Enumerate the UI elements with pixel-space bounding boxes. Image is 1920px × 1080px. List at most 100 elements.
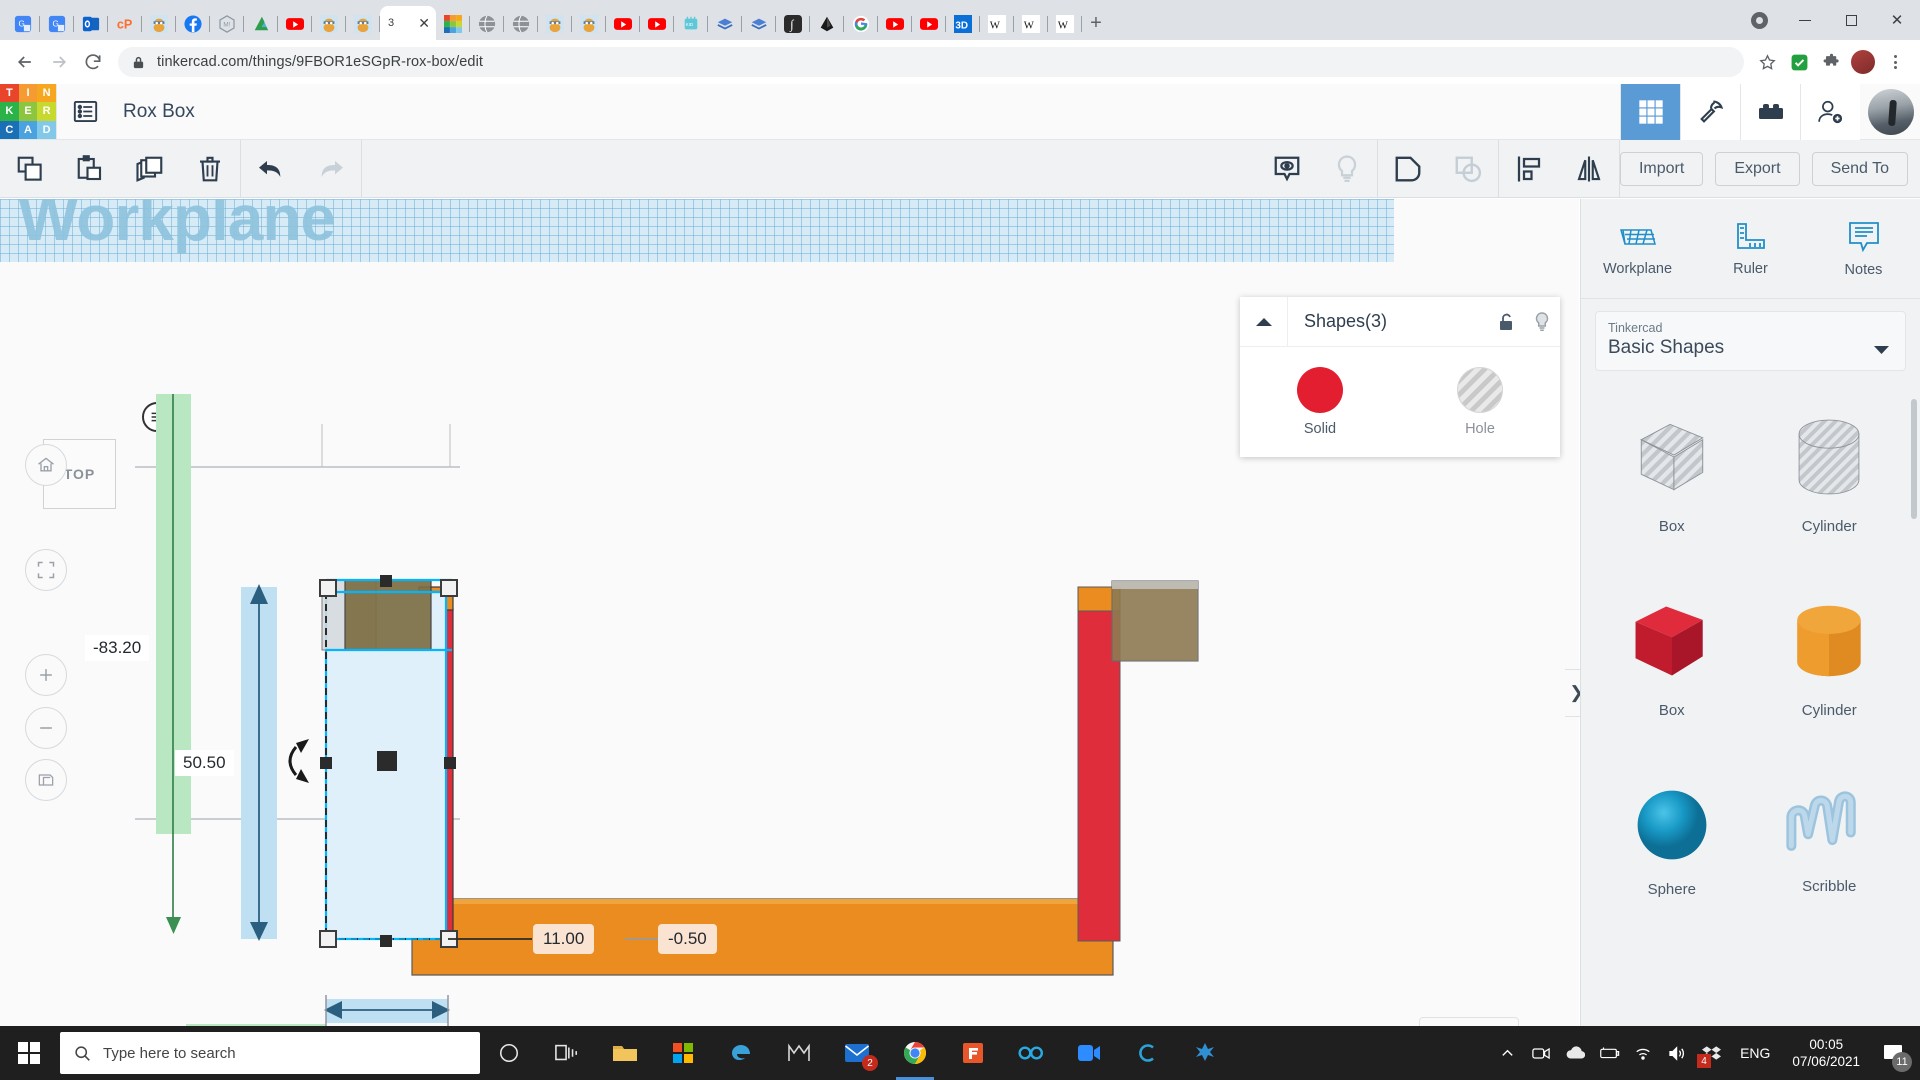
- shape-cylinder-orange[interactable]: Cylinder: [1751, 571, 1909, 741]
- tab-wikipedia-1[interactable]: W: [980, 7, 1014, 40]
- tab-avatar-tab-3[interactable]: [346, 7, 380, 40]
- clock[interactable]: 00:05 07/06/2021: [1782, 1036, 1870, 1070]
- tab-integral[interactable]: ∫: [776, 7, 810, 40]
- tab-youtube-5[interactable]: [912, 7, 946, 40]
- file-explorer-button[interactable]: [596, 1026, 654, 1080]
- cortana-button[interactable]: [480, 1026, 538, 1080]
- project-list-icon[interactable]: [57, 84, 113, 140]
- notes-tool[interactable]: Notes: [1807, 199, 1920, 298]
- edge-button[interactable]: [712, 1026, 770, 1080]
- shape-box-red[interactable]: Box: [1593, 571, 1751, 741]
- profile-avatar[interactable]: [1848, 47, 1878, 77]
- notification-center-button[interactable]: 11: [1870, 1026, 1916, 1080]
- caret-up-icon[interactable]: [1240, 297, 1288, 347]
- tab-globe-1[interactable]: [470, 7, 504, 40]
- tab-tinkerdoodle[interactable]: KID: [674, 7, 708, 40]
- show-hide-button[interactable]: [1257, 140, 1317, 198]
- shape-cylinder-hole[interactable]: Cylinder: [1751, 387, 1909, 557]
- tab-globe-2[interactable]: [504, 7, 538, 40]
- grid-view-button[interactable]: [1620, 84, 1680, 140]
- tab-youtube-1[interactable]: [278, 7, 312, 40]
- tab-avatar-tab-5[interactable]: [572, 7, 606, 40]
- unlock-icon[interactable]: [1488, 297, 1524, 347]
- new-tab-button[interactable]: +: [1082, 9, 1110, 37]
- send-to-button[interactable]: Send To: [1812, 152, 1908, 186]
- store-button[interactable]: [654, 1026, 712, 1080]
- tab-youtube-2[interactable]: [606, 7, 640, 40]
- user-avatar[interactable]: [1868, 89, 1914, 135]
- minimize-button[interactable]: [1782, 4, 1828, 36]
- tab-avatar-tab-4[interactable]: [538, 7, 572, 40]
- solid-option[interactable]: Solid: [1240, 347, 1400, 457]
- tab-messenger-hex[interactable]: M!: [210, 7, 244, 40]
- tab-wikipedia-2[interactable]: W: [1014, 7, 1048, 40]
- volume-icon[interactable]: [1660, 1026, 1694, 1080]
- duplicate-button[interactable]: [120, 140, 180, 198]
- blocks-button[interactable]: [1740, 84, 1800, 140]
- tab-youtube-3[interactable]: [640, 7, 674, 40]
- show-hidden-icons-button[interactable]: [1490, 1026, 1524, 1080]
- workplane-tool[interactable]: Workplane: [1581, 199, 1694, 298]
- tinkercad-taskbar-button[interactable]: [1002, 1026, 1060, 1080]
- reload-icon[interactable]: [76, 45, 110, 79]
- bulb-icon[interactable]: [1524, 297, 1560, 347]
- dropbox-icon[interactable]: 4: [1694, 1026, 1728, 1080]
- bookmark-star-icon[interactable]: [1752, 47, 1782, 77]
- tab-3d-app[interactable]: 3D: [946, 7, 980, 40]
- align-button[interactable]: [1499, 140, 1559, 198]
- back-icon[interactable]: [8, 45, 42, 79]
- address-bar[interactable]: tinkercad.com/things/9FBOR1eSGpR-rox-box…: [118, 47, 1744, 77]
- close-window-button[interactable]: ✕: [1874, 4, 1920, 36]
- ruler-tool[interactable]: Ruler: [1694, 199, 1807, 298]
- tab-google[interactable]: [844, 7, 878, 40]
- onedrive-icon[interactable]: [1558, 1026, 1592, 1080]
- tab-wikipedia-3[interactable]: W: [1048, 7, 1082, 40]
- shape-scribble[interactable]: Scribble: [1751, 755, 1909, 925]
- task-view-button[interactable]: [538, 1026, 596, 1080]
- tab-inkscape[interactable]: [810, 7, 844, 40]
- dim-height[interactable]: 50.50: [175, 750, 234, 776]
- tab-scratch-2[interactable]: [742, 7, 776, 40]
- tab-facebook[interactable]: [176, 7, 210, 40]
- delete-button[interactable]: [180, 140, 240, 198]
- edit-grid-button[interactable]: Edit Grid: [1419, 1017, 1519, 1026]
- tab-google-translate-1[interactable]: G: [6, 7, 40, 40]
- tab-outlook[interactable]: [74, 7, 108, 40]
- forward-icon[interactable]: [42, 45, 76, 79]
- language-indicator[interactable]: ENG: [1728, 1045, 1782, 1061]
- dim-depth[interactable]: 11.00: [533, 924, 594, 954]
- dim-y-offset[interactable]: -0.50: [658, 924, 717, 954]
- close-icon[interactable]: ✕: [418, 16, 430, 30]
- undo-button[interactable]: [241, 140, 301, 198]
- mail-button[interactable]: 2: [828, 1026, 886, 1080]
- freecad-button[interactable]: [944, 1026, 1002, 1080]
- maximize-button[interactable]: [1828, 4, 1874, 36]
- sidebar-scrollbar[interactable]: [1911, 399, 1917, 519]
- export-button[interactable]: Export: [1715, 152, 1799, 186]
- tab-tinkercad-active[interactable]: 3✕: [380, 6, 436, 40]
- calibre-button[interactable]: [1118, 1026, 1176, 1080]
- mirror-button[interactable]: [1559, 140, 1619, 198]
- dark-mode-icon[interactable]: [1736, 4, 1782, 36]
- copy-button[interactable]: [0, 140, 60, 198]
- chrome-button[interactable]: [886, 1026, 944, 1080]
- mv-app-button[interactable]: [770, 1026, 828, 1080]
- krita-button[interactable]: [1176, 1026, 1234, 1080]
- zoom-button[interactable]: [1060, 1026, 1118, 1080]
- tinkercad-logo[interactable]: TINKERCAD: [0, 84, 56, 140]
- shape-box-hole[interactable]: Box: [1593, 387, 1751, 557]
- tab-youtube-4[interactable]: [878, 7, 912, 40]
- codeblocks-button[interactable]: [1680, 84, 1740, 140]
- import-button[interactable]: Import: [1620, 152, 1703, 186]
- extension-check-icon[interactable]: [1784, 47, 1814, 77]
- shape-sphere[interactable]: Sphere: [1593, 755, 1751, 925]
- shape-library-select[interactable]: Tinkercad Basic Shapes: [1595, 311, 1906, 371]
- group-button[interactable]: [1378, 140, 1438, 198]
- battery-icon[interactable]: [1592, 1026, 1626, 1080]
- hole-option[interactable]: Hole: [1400, 347, 1560, 457]
- tab-autodesk[interactable]: [244, 7, 278, 40]
- tab-avatar-tab-1[interactable]: [142, 7, 176, 40]
- tab-google-translate-2[interactable]: G: [40, 7, 74, 40]
- puzzle-extension-icon[interactable]: [1816, 47, 1846, 77]
- tab-tinkercad-2[interactable]: [436, 7, 470, 40]
